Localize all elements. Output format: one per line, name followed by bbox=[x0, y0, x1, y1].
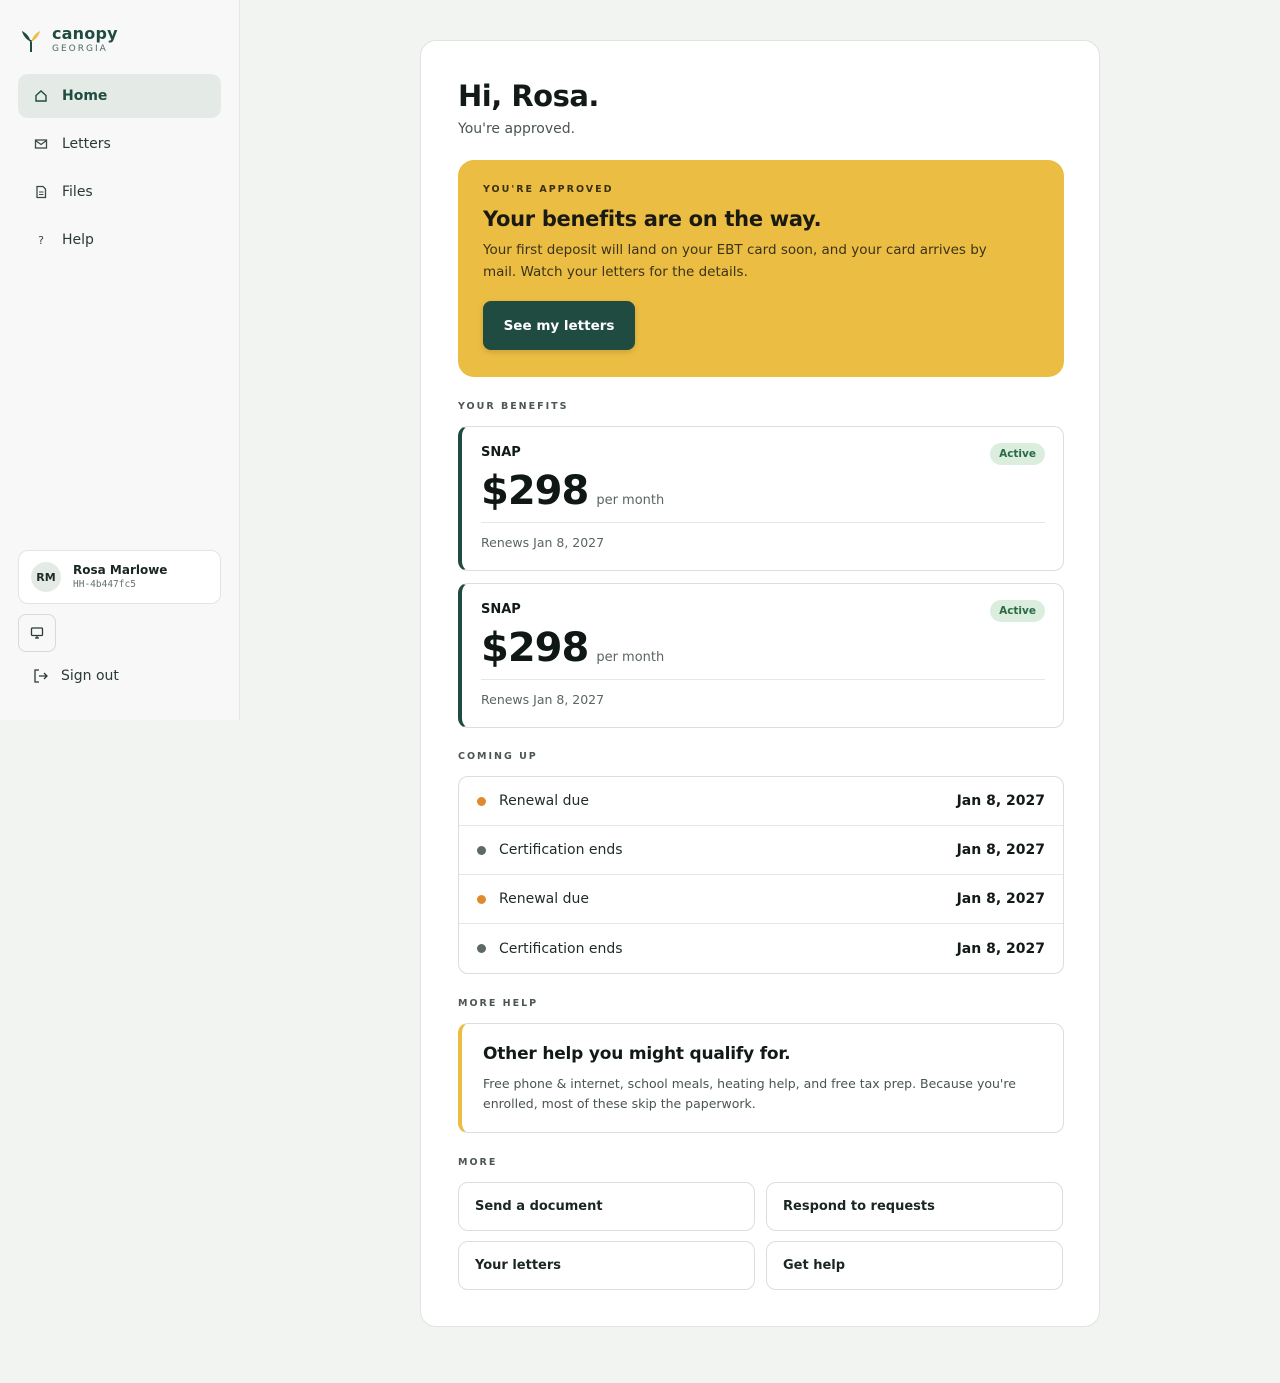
status-dot bbox=[477, 845, 486, 855]
page-title: Hi, Rosa. bbox=[458, 79, 599, 113]
page-subtitle: You're approved. bbox=[458, 121, 576, 137]
event-date: Jan 8, 2027 bbox=[956, 891, 1045, 907]
event-date: Jan 8, 2027 bbox=[956, 793, 1045, 809]
benefit-program: SNAP bbox=[481, 602, 521, 617]
event-label: Renewal due bbox=[499, 891, 589, 907]
event-date: Jan 8, 2027 bbox=[956, 940, 1045, 957]
status-badge: Active bbox=[990, 600, 1045, 622]
sidebar-item-label: Letters bbox=[62, 136, 111, 152]
more-help-body: Free phone & internet, school meals, hea… bbox=[483, 1076, 1016, 1111]
brand-region: GEORGIA bbox=[52, 44, 108, 54]
coming-up-list: Renewal due Jan 8, 2027 Certification en… bbox=[458, 776, 1064, 974]
benefit-card[interactable]: SNAP Active $298 per month Renews Jan 8,… bbox=[458, 426, 1064, 571]
brand[interactable]: canopy GEORGIA bbox=[20, 24, 118, 55]
brand-name: canopy bbox=[52, 24, 118, 43]
sidebar-item-files[interactable]: Files bbox=[18, 170, 221, 214]
respond-requests-button[interactable]: Respond to requests bbox=[766, 1182, 1063, 1231]
send-document-button[interactable]: Send a document bbox=[458, 1182, 755, 1231]
signout-button[interactable]: Sign out bbox=[33, 668, 119, 684]
more-help-heading: Other help you might qualify for. bbox=[483, 1044, 791, 1064]
event-label: Certification ends bbox=[499, 940, 623, 957]
avatar: RM bbox=[31, 562, 61, 592]
section-label-benefits: YOUR BENEFITS bbox=[458, 401, 569, 412]
leaf-logo-icon bbox=[22, 31, 40, 52]
sidebar-nav: Home Letters Files ? Help bbox=[18, 74, 221, 266]
more-help-card[interactable]: Other help you might qualify for. Free p… bbox=[458, 1023, 1064, 1133]
signout-icon bbox=[34, 669, 48, 683]
banner-heading: Your benefits are on the way. bbox=[483, 207, 822, 231]
section-label-more-help: MORE HELP bbox=[458, 998, 539, 1009]
status-dot bbox=[477, 894, 486, 904]
help-icon: ? bbox=[38, 233, 44, 247]
benefit-card[interactable]: SNAP Active $298 per month Renews Jan 8,… bbox=[458, 583, 1064, 728]
divider bbox=[481, 679, 1045, 680]
list-item[interactable]: Certification ends Jan 8, 2027 bbox=[459, 924, 1063, 973]
list-item[interactable]: Renewal due Jan 8, 2027 bbox=[459, 777, 1063, 826]
benefit-amount: $298 bbox=[481, 468, 589, 514]
file-icon bbox=[34, 185, 48, 199]
display-settings-button[interactable] bbox=[18, 614, 56, 652]
banner-eyebrow: YOU'RE APPROVED bbox=[483, 184, 614, 195]
sidebar-item-label: Help bbox=[62, 232, 94, 248]
main-card: Hi, Rosa. You're approved. YOU'RE APPROV… bbox=[420, 40, 1100, 1327]
sidebar-item-help[interactable]: ? Help bbox=[18, 218, 221, 262]
list-item[interactable]: Renewal due Jan 8, 2027 bbox=[459, 875, 1063, 924]
user-id: HH-4b447fc5 bbox=[73, 579, 136, 590]
status-badge: Active bbox=[990, 443, 1045, 465]
banner-body: Your first deposit will land on your EBT… bbox=[483, 242, 987, 280]
list-item[interactable]: Certification ends Jan 8, 2027 bbox=[459, 826, 1063, 875]
mail-icon bbox=[34, 137, 48, 151]
your-letters-button[interactable]: Your letters bbox=[458, 1241, 755, 1290]
user-card[interactable]: RM Rosa Marlowe HH-4b447fc5 bbox=[18, 550, 221, 604]
sidebar-item-label: Files bbox=[62, 184, 93, 200]
divider bbox=[481, 522, 1045, 523]
status-dot bbox=[477, 796, 486, 806]
signout-label: Sign out bbox=[61, 668, 119, 684]
user-name: Rosa Marlowe bbox=[73, 563, 168, 577]
home-icon bbox=[34, 89, 48, 103]
benefit-amount: $298 bbox=[481, 625, 589, 671]
benefit-period: per month bbox=[596, 493, 665, 508]
section-label-more: MORE bbox=[458, 1157, 498, 1168]
see-my-letters-button[interactable]: See my letters bbox=[483, 301, 635, 350]
benefit-period: per month bbox=[596, 650, 665, 665]
event-label: Certification ends bbox=[499, 842, 623, 858]
sidebar-item-letters[interactable]: Letters bbox=[18, 122, 221, 166]
event-label: Renewal due bbox=[499, 793, 589, 809]
event-date: Jan 8, 2027 bbox=[956, 842, 1045, 858]
get-help-button[interactable]: Get help bbox=[766, 1241, 1063, 1290]
section-label-coming-up: COMING UP bbox=[458, 751, 538, 762]
benefit-program: SNAP bbox=[481, 445, 521, 460]
monitor-icon bbox=[30, 627, 44, 639]
benefit-renews: Renews Jan 8, 2027 bbox=[481, 535, 605, 550]
sidebar: canopy GEORGIA Home Letters Files ? Help bbox=[0, 0, 240, 720]
sidebar-item-label: Home bbox=[62, 88, 108, 104]
benefit-renews: Renews Jan 8, 2027 bbox=[481, 692, 605, 707]
status-dot bbox=[477, 944, 486, 953]
approved-banner: YOU'RE APPROVED Your benefits are on the… bbox=[458, 160, 1064, 377]
sidebar-item-home[interactable]: Home bbox=[18, 74, 221, 118]
